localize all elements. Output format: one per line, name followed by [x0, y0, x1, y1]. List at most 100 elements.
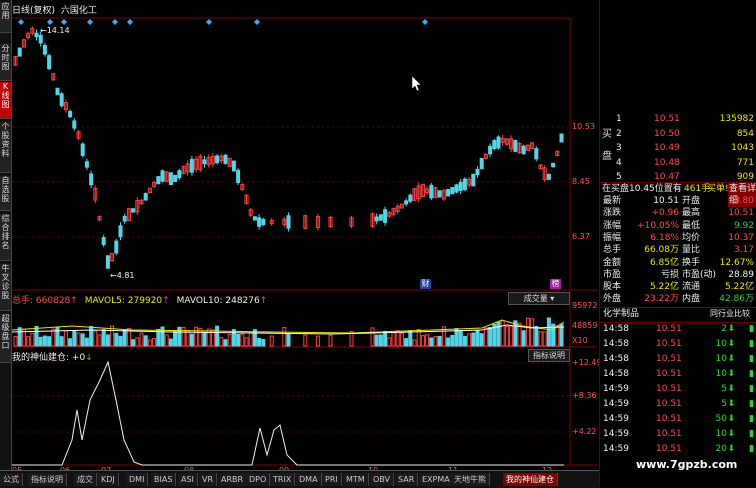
tab-volume[interactable]: 成交: [74, 473, 97, 486]
event-marker: [18, 19, 24, 25]
order-book-row[interactable]: 4 10.48 771: [600, 157, 756, 169]
volume-bar: [286, 333, 291, 347]
tab-pri[interactable]: PRI: [322, 473, 342, 486]
volume-bar: [76, 332, 81, 347]
tab-dma[interactable]: DMA: [296, 473, 322, 486]
quote-panel: 买盘 1 10.51 135982 2 10.50 854 3 10.49 10…: [599, 0, 756, 487]
candle: [383, 209, 388, 224]
quote-value: 10.80: [728, 196, 754, 206]
chart-canvas[interactable]: [12, 0, 598, 470]
volume-bar: [462, 335, 467, 347]
volume-bar: [425, 334, 430, 347]
tick-price: 10.51: [656, 339, 682, 349]
tab-super-quote[interactable]: 超级盘口: [0, 314, 11, 363]
volume-bar: [525, 317, 530, 347]
candle: [34, 32, 39, 38]
period-label[interactable]: 日线(复权): [12, 6, 55, 16]
volume-axis-label: 95972: [572, 301, 598, 310]
volume-bar: [173, 331, 178, 347]
tab-watchlist[interactable]: 自选股: [0, 176, 11, 211]
tick-flag: ▮: [749, 429, 754, 439]
tab-tiandi[interactable]: 天地牛熊: [451, 473, 490, 486]
volume-bar: [404, 338, 409, 347]
ranking-badge[interactable]: 榜: [550, 279, 561, 289]
candle: [173, 174, 178, 182]
volume-bar: [450, 334, 455, 347]
tab-intraday[interactable]: 分时图: [0, 44, 11, 81]
quote-label: 总手: [603, 245, 622, 256]
tab-indicator-help[interactable]: 指标说明: [28, 473, 67, 486]
volume-bar: [114, 332, 119, 347]
candle: [55, 87, 60, 96]
quote-label: 开盘: [682, 196, 701, 206]
tab-dmi[interactable]: DMI: [126, 473, 149, 486]
order-book-row[interactable]: 1 10.51 135982: [600, 113, 756, 125]
volume-bar: [30, 332, 35, 347]
quote-row: 最新 10.51 开盘 10.80: [600, 195, 756, 207]
down-arrow-icon: ⬇: [727, 369, 735, 379]
volume-bar: [370, 327, 375, 347]
down-arrow-icon: ⬇: [727, 384, 735, 394]
quote-label: 涨跌: [603, 208, 622, 219]
level-label: 2: [616, 128, 622, 139]
quote-value: 3.17: [733, 245, 754, 256]
tick-time: 14:58: [603, 339, 629, 349]
tab-diagnosis[interactable]: 牛叉诊股: [0, 264, 11, 311]
tab-kdj[interactable]: KDJ: [98, 473, 119, 486]
bid-price: 10.48: [654, 157, 680, 168]
tick-row: 14:58 10.51 2 ⬇ ▮: [600, 323, 756, 335]
tick-volume: 5: [721, 384, 727, 394]
tab-asi[interactable]: ASI: [178, 473, 198, 486]
tab-company-info[interactable]: 个股资料: [0, 122, 11, 173]
tab-trix[interactable]: TRIX: [270, 473, 296, 486]
tab-ranking[interactable]: 综合排名: [0, 214, 11, 261]
quote-label: 最高: [682, 208, 701, 219]
volume-bar: [387, 337, 392, 347]
tab-obv[interactable]: OBV: [370, 473, 395, 486]
finance-badge[interactable]: 财: [420, 279, 431, 289]
tick-flag: ▮: [749, 369, 754, 379]
order-book-row[interactable]: 2 10.50 854: [600, 128, 756, 140]
volume-bar: [202, 331, 207, 347]
volume-bar: [206, 328, 211, 347]
order-book-row[interactable]: 3 10.49 1043: [600, 142, 756, 154]
tab-expma[interactable]: EXPMA: [419, 473, 454, 486]
candle: [261, 218, 266, 226]
bid-price: 10.51: [654, 114, 680, 124]
tick-flag: ▮: [749, 444, 754, 454]
quote-label: 外盘: [603, 294, 622, 305]
tab-kline[interactable]: K线图: [0, 82, 11, 119]
candle: [223, 154, 228, 165]
volume-bar: [68, 338, 73, 347]
tab-arbr[interactable]: ARBR: [218, 473, 248, 486]
indicator-help-button[interactable]: 指标说明: [528, 349, 570, 362]
volume-bar: [63, 330, 68, 347]
tab-vr[interactable]: VR: [199, 473, 218, 486]
volume-bar: [59, 336, 64, 347]
tab-sar[interactable]: SAR: [395, 473, 419, 486]
volume-bar: [42, 335, 47, 347]
industry-compare-link[interactable]: 同行业比较: [710, 308, 750, 320]
down-arrow-icon: ⬇: [727, 444, 735, 454]
tick-time: 14:59: [603, 384, 629, 394]
volume-bar: [378, 334, 383, 347]
tick-flag: ▮: [749, 414, 754, 424]
candle: [202, 159, 207, 165]
candle: [454, 184, 459, 193]
tab-mtm[interactable]: MTM: [343, 473, 369, 486]
quote-label: 股本: [603, 282, 622, 293]
bid-volume: 854: [736, 128, 754, 139]
volume-bar: [80, 333, 85, 347]
tab-formula[interactable]: 公式: [0, 473, 23, 486]
tab-apps[interactable]: 应用: [0, 2, 11, 33]
tab-dpo[interactable]: DPO: [246, 473, 271, 486]
volume-selector-button[interactable]: 成交量 ▾: [508, 292, 570, 305]
volume-bar: [546, 317, 551, 347]
candle: [47, 55, 52, 70]
tab-bias[interactable]: BIAS: [151, 473, 177, 486]
quote-row: 股本 5.22亿 流通 5.22亿: [600, 281, 756, 293]
tick-price: 10.51: [656, 384, 682, 394]
level-label: 3: [616, 143, 622, 153]
tab-shenxian[interactable]: 我的神仙建仓: [503, 473, 558, 486]
volume-bar: [315, 335, 320, 347]
